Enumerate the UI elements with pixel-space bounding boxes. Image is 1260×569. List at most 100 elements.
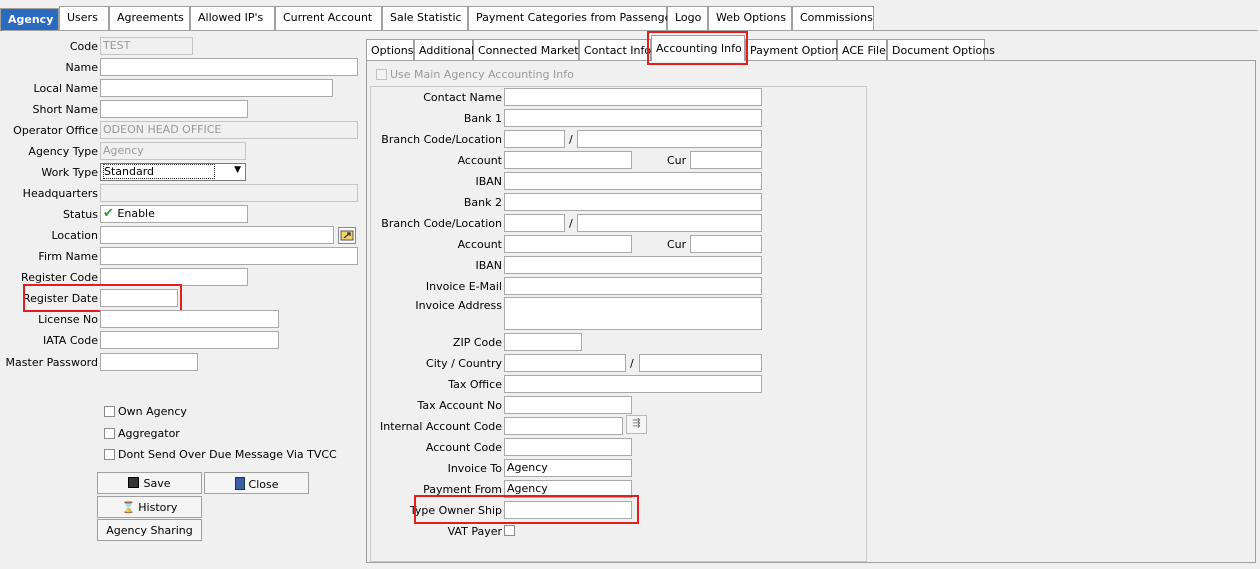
firm-name-label: Firm Name	[38, 250, 98, 263]
short-name-field[interactable]	[100, 100, 248, 118]
cur-2-field[interactable]	[690, 235, 762, 253]
tab-current-account[interactable]: Current Account	[275, 6, 382, 30]
tab-payment-categories[interactable]: Payment Categories from Passenger	[468, 6, 676, 30]
bank1-label: Bank 1	[463, 112, 502, 125]
history-button-label: History	[138, 501, 178, 514]
iban-2-field[interactable]	[504, 256, 762, 274]
internal-account-code-field[interactable]	[504, 417, 623, 435]
master-password-label: Master Password	[5, 356, 98, 369]
account-2-field[interactable]	[504, 235, 632, 253]
code-field: TEST	[100, 37, 193, 55]
bank1-field[interactable]	[504, 109, 762, 127]
tab-logo[interactable]: Logo	[667, 6, 708, 30]
save-button-label: Save	[143, 477, 171, 490]
zip-code-field[interactable]	[504, 333, 582, 351]
chevron-down-icon[interactable]: ▼	[234, 165, 241, 175]
tab-ace-file[interactable]: ACE File	[837, 39, 887, 60]
tab-agreements[interactable]: Agreements	[109, 6, 190, 30]
local-name-label: Local Name	[33, 82, 98, 95]
account-code-label: Account Code	[425, 441, 502, 454]
tab-payment-options[interactable]: Payment Options	[745, 39, 844, 60]
branch-location-1-field[interactable]	[577, 130, 762, 148]
tab-commissions[interactable]: Commissions	[792, 6, 874, 30]
tax-office-field[interactable]	[504, 375, 762, 393]
invoice-to-field[interactable]: Agency	[504, 459, 632, 477]
register-code-label: Register Code	[21, 271, 98, 284]
vat-payer-checkbox[interactable]	[504, 525, 515, 536]
dont-send-checkbox[interactable]	[104, 449, 115, 460]
folder-open-icon	[340, 230, 354, 241]
city-field[interactable]	[504, 354, 626, 372]
save-button[interactable]: Save	[97, 472, 202, 494]
zip-code-label: ZIP Code	[452, 336, 502, 349]
iban-1-label: IBAN	[475, 175, 502, 188]
tab-sale-statistic[interactable]: Sale Statistic	[382, 6, 468, 30]
check-icon: ✔	[103, 206, 114, 221]
exit-door-icon	[234, 477, 245, 490]
tab-allowed-ips[interactable]: Allowed IP's	[190, 6, 275, 30]
account-code-field[interactable]	[504, 438, 632, 456]
history-button[interactable]: ⌛ History	[97, 496, 202, 518]
bank2-field[interactable]	[504, 193, 762, 211]
tab-connected-markets[interactable]: Connected Markets	[473, 39, 584, 60]
work-type-select[interactable]: Standard ▼	[100, 163, 246, 181]
iban-1-field[interactable]	[504, 172, 762, 190]
invoice-address-field[interactable]	[504, 297, 762, 330]
work-type-value: Standard	[103, 164, 216, 179]
city-country-label: City / Country	[426, 357, 502, 370]
tax-account-no-field[interactable]	[504, 396, 632, 414]
cur-2-label: Cur	[667, 238, 687, 251]
master-password-field[interactable]	[100, 353, 198, 371]
headquarters-label: Headquarters	[22, 187, 98, 200]
license-no-field[interactable]	[100, 310, 279, 328]
name-label: Name	[65, 61, 98, 74]
branch-code-2-field[interactable]	[504, 214, 565, 232]
location-field[interactable]	[100, 226, 334, 244]
location-picker-button[interactable]	[338, 227, 356, 244]
location-label: Location	[51, 229, 98, 242]
contact-name-field[interactable]	[504, 88, 762, 106]
iban-2-label: IBAN	[475, 259, 502, 272]
local-name-field[interactable]	[100, 79, 333, 97]
branch-code-1-field[interactable]	[504, 130, 565, 148]
cur-1-field[interactable]	[690, 151, 762, 169]
work-type-label: Work Type	[41, 166, 98, 179]
status-label: Status	[62, 208, 98, 221]
use-main-accounting-checkbox[interactable]	[376, 69, 387, 80]
branch-location-2-field[interactable]	[577, 214, 762, 232]
accounting-info-tab-highlight	[647, 31, 748, 65]
floppy-disk-icon	[128, 477, 140, 488]
status-field[interactable]: ✔ Enable	[100, 205, 248, 223]
account-1-field[interactable]	[504, 151, 632, 169]
tab-additional[interactable]: Additional	[414, 39, 474, 60]
internal-account-code-label: Internal Account Code	[380, 420, 502, 433]
branch-separator-1: /	[569, 133, 573, 146]
iata-code-label: IATA Code	[43, 334, 98, 347]
tab-agency[interactable]: Agency	[0, 8, 59, 31]
tab-options[interactable]: Options	[366, 39, 414, 60]
agency-sharing-button[interactable]: Agency Sharing	[97, 519, 202, 541]
operator-office-field: ODEON HEAD OFFICE	[100, 121, 358, 139]
agency-type-label: Agency Type	[28, 145, 98, 158]
account-2-label: Account	[457, 238, 502, 251]
invoice-email-field[interactable]	[504, 277, 762, 295]
tab-document-options[interactable]: Document Options	[887, 39, 995, 60]
name-field[interactable]	[100, 58, 358, 76]
headquarters-field	[100, 184, 358, 202]
license-no-label: License No	[38, 313, 98, 326]
firm-name-field[interactable]	[100, 247, 358, 265]
invoice-email-label: Invoice E-Mail	[425, 280, 502, 293]
iata-code-field[interactable]	[100, 331, 279, 349]
tab-contact-info[interactable]: Contact Info	[579, 39, 651, 60]
aggregator-checkbox[interactable]	[104, 428, 115, 439]
country-field[interactable]	[639, 354, 762, 372]
close-button-label: Close	[248, 478, 279, 491]
branch-separator-2: /	[569, 217, 573, 230]
tab-web-options[interactable]: Web Options	[708, 6, 792, 30]
close-button[interactable]: Close	[204, 472, 309, 494]
own-agency-checkbox[interactable]	[104, 406, 115, 417]
code-label: Code	[69, 40, 98, 53]
tab-users[interactable]: Users	[59, 6, 109, 30]
insert-list-icon[interactable]: ⇶	[626, 415, 647, 434]
cur-1-label: Cur	[667, 154, 687, 167]
